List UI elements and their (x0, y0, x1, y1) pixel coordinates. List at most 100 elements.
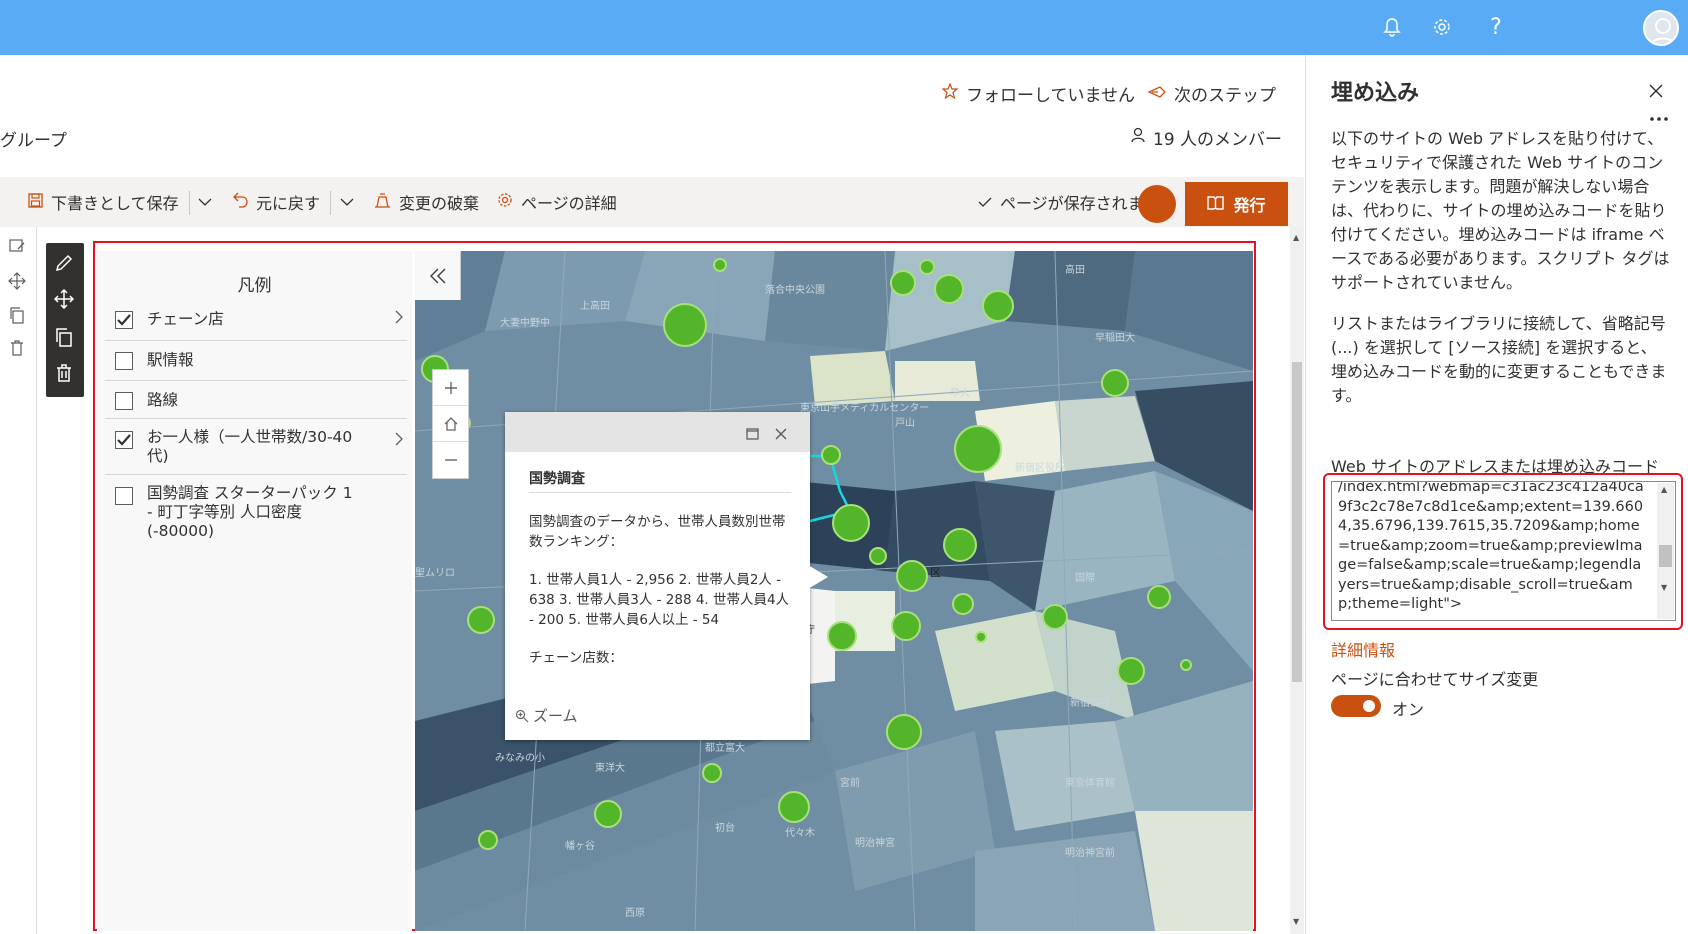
svg-text:上高田: 上高田 (580, 299, 610, 312)
gear-icon[interactable] (1425, 10, 1459, 44)
save-dropdown-chevron[interactable] (198, 177, 212, 227)
collapse-legend-button[interactable] (415, 251, 461, 300)
delete-section-icon[interactable] (8, 339, 30, 361)
undo-dropdown-chevron[interactable] (340, 177, 354, 227)
duplicate-section-icon[interactable] (8, 306, 30, 328)
checkbox-checked[interactable] (115, 431, 133, 449)
scrollbar-thumb[interactable] (1292, 362, 1302, 682)
scroll-down-arrow[interactable]: ▼ (1293, 917, 1299, 926)
legend-title: 凡例 (237, 276, 272, 296)
panel-description-2: リストまたはライブラリに接続して、省略記号 (...) を選択して [ソース接続… (1331, 314, 1667, 405)
legend-item-label: 路線 (147, 391, 179, 409)
avatar[interactable] (1643, 10, 1679, 46)
panel-description: 以下のサイトの Web アドレスを貼り付けて、セキュリティで保護された Web … (1331, 129, 1670, 292)
chevron-right-icon[interactable] (395, 431, 403, 450)
discard-changes-button[interactable]: 変更の破棄 (374, 177, 479, 227)
page-scrollbar[interactable]: ▲ ▼ (1290, 227, 1304, 934)
more-options-button[interactable] (1649, 103, 1669, 127)
move-webpart-icon[interactable] (53, 288, 76, 311)
maximize-icon[interactable] (746, 425, 759, 444)
bell-icon[interactable] (1375, 10, 1409, 44)
svg-text:都立富大: 都立富大 (705, 741, 745, 754)
svg-text:早稲田大: 早稲田大 (1095, 331, 1135, 344)
svg-text:新宿区役所: 新宿区役所 (1015, 461, 1065, 474)
checkbox-checked[interactable] (115, 311, 133, 329)
scroll-up-arrow[interactable]: ▲ (1661, 485, 1667, 494)
toggle-knob (1363, 700, 1375, 712)
scroll-up-arrow[interactable]: ▲ (1293, 233, 1299, 242)
move-section-icon[interactable] (8, 272, 30, 294)
save-draft-button[interactable]: 下書きとして保存 (28, 177, 179, 227)
follow-label: フォローしていません (966, 86, 1135, 106)
page-details-button[interactable]: ページの詳細 (497, 177, 617, 227)
members-button[interactable]: 19 人のメンバー (1131, 125, 1282, 150)
rocket-icon (1147, 84, 1166, 104)
discard-icon (374, 192, 391, 212)
zoom-out-button[interactable] (433, 442, 468, 478)
book-icon (1207, 195, 1225, 214)
next-steps-button[interactable]: 次のステップ (1147, 81, 1276, 106)
scroll-down-arrow[interactable]: ▼ (1661, 583, 1667, 592)
publish-label: 発行 (1233, 196, 1266, 215)
edit-section-icon[interactable] (8, 237, 30, 259)
person-icon (1131, 127, 1145, 148)
legend-item-routes[interactable]: 路線 (105, 381, 407, 419)
embed-code-textarea[interactable]: /index.html?webmap=c31ac23c412a40ca9f3c2… (1331, 481, 1676, 621)
svg-text:東京山手メディカルセンター: 東京山手メディカルセンター (800, 401, 929, 414)
legend-item-census-density[interactable]: 国勢調査 スターターパック 1 - 町丁字等別 人口密度 (-80000) (105, 475, 407, 540)
svg-text:みなみの小: みなみの小 (495, 752, 545, 764)
svg-text:落合中央公園: 落合中央公園 (765, 283, 825, 296)
resize-toggle[interactable] (1331, 695, 1381, 717)
chevron-right-icon[interactable] (395, 309, 403, 328)
save-status-label: ページが保存されま (1000, 194, 1144, 213)
popup-body: 国勢調査のデータから、世帯人員数別世帯数ランキング： 1. 世帯人員1人 - 2… (529, 512, 791, 686)
chevron-down-icon (198, 198, 212, 206)
svg-text:戸山: 戸山 (895, 417, 915, 429)
duplicate-webpart-icon[interactable] (54, 327, 76, 349)
checkbox-unchecked[interactable] (115, 352, 133, 370)
command-bar: 下書きとして保存 元に戻す 変更の破棄 ページの詳細 ページが保存されま 発行 (0, 177, 1304, 227)
embed-code-value[interactable]: /index.html?webmap=c31ac23c412a40ca9f3c2… (1338, 482, 1646, 615)
map-popup[interactable]: 国勢調査 国勢調査のデータから、世帯人員数別世帯数ランキング： 1. 世帯人員1… (505, 412, 810, 740)
save-draft-label: 下書きとして保存 (51, 194, 179, 213)
discard-label: 変更の破棄 (399, 194, 480, 213)
textarea-scroll-thumb[interactable] (1659, 545, 1672, 567)
svg-text:代々木: 代々木 (785, 827, 815, 839)
svg-text:東京体育館: 東京体育館 (1065, 776, 1115, 789)
save-status: ページが保存されま (978, 177, 1144, 227)
popup-divider (529, 492, 791, 493)
help-icon[interactable]: ? (1479, 10, 1513, 44)
delete-webpart-icon[interactable] (54, 363, 76, 385)
legend-item-chain-stores[interactable]: チェーン店 (105, 299, 407, 341)
legend-item-stations[interactable]: 駅情報 (105, 341, 407, 381)
checkbox-unchecked[interactable] (115, 392, 133, 410)
checkbox-unchecked[interactable] (115, 487, 133, 505)
more-info-link[interactable]: 詳細情報 (1331, 637, 1395, 661)
group-label: グループ (0, 131, 67, 151)
svg-text:聖ムリロ: 聖ムリロ (415, 567, 455, 579)
settings-icon (497, 192, 513, 212)
legend-item-label: お一人様（一人世帯数/30-40代) (147, 428, 353, 465)
svg-text:区: 区 (930, 567, 941, 579)
undo-button[interactable]: 元に戻す (233, 177, 320, 227)
close-panel-button[interactable] (1649, 79, 1663, 104)
legend-item-single-households[interactable]: お一人様（一人世帯数/30-40代) (105, 419, 407, 475)
svg-text:新宿御苑: 新宿御苑 (1070, 696, 1110, 709)
edit-webpart-icon[interactable] (54, 253, 76, 275)
textarea-scrollbar[interactable]: ▲ ▼ (1657, 483, 1674, 619)
close-icon[interactable] (775, 425, 787, 444)
zoom-in-button[interactable] (433, 370, 468, 406)
follow-button[interactable]: フォローしていません (941, 81, 1135, 106)
double-chevron-left-icon (429, 267, 446, 284)
panel-title: 埋め込み (1331, 81, 1420, 106)
undo-icon (233, 192, 248, 212)
svg-text:西原: 西原 (625, 907, 645, 919)
svg-text:早大: 早大 (950, 386, 970, 399)
popup-zoom-button[interactable]: ズーム (515, 705, 578, 726)
popup-zoom-label: ズーム (533, 707, 578, 725)
home-icon (444, 416, 457, 431)
home-button[interactable] (433, 406, 468, 442)
publish-button[interactable]: 発行 (1185, 182, 1288, 226)
checkmark-icon (978, 193, 992, 212)
webpart-toolbar (46, 243, 84, 397)
